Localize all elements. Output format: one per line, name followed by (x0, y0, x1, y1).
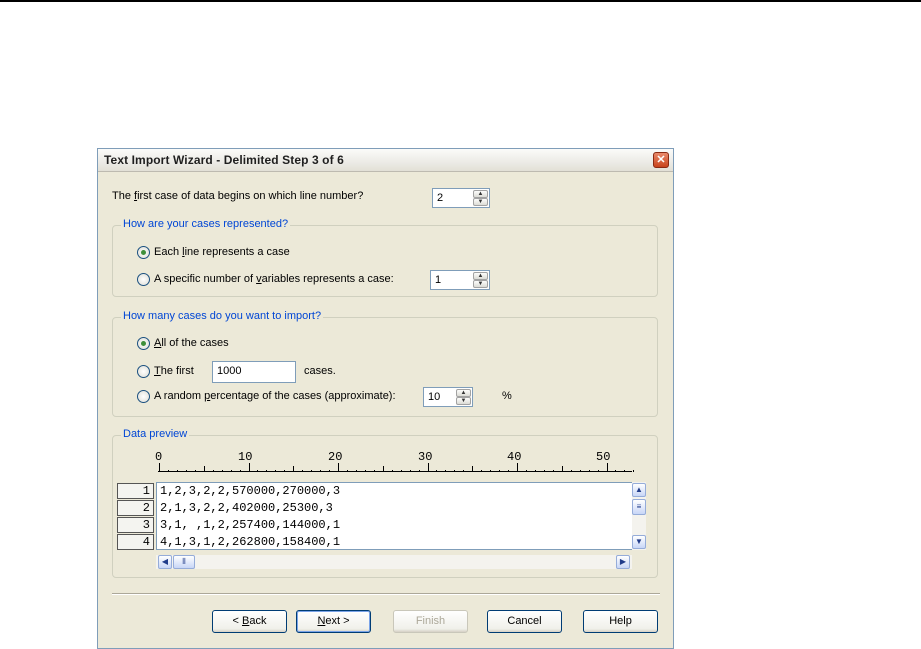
each-line-label[interactable]: Each line represents a case (154, 246, 290, 258)
line-number: 4 (117, 534, 154, 550)
preview-row: 1,2,3,2,2,570000,270000,3 (160, 484, 341, 498)
percent-suffix: % (502, 390, 512, 402)
line-number: 2 (117, 500, 154, 516)
first-line-label: The first case of data begins on which l… (112, 190, 364, 202)
random-percentage-label[interactable]: A random percentage of the cases (approx… (154, 390, 396, 402)
all-cases-label[interactable]: All of the cases (154, 337, 229, 349)
cases-import-legend: How many cases do you want to import? (121, 310, 324, 322)
preview-vertical-scrollbar[interactable]: ▲ ≡ ▼ (632, 482, 646, 550)
cases-import-group: How many cases do you want to import? (112, 310, 658, 417)
first-line-value: 2 (437, 192, 444, 204)
line-number: 1 (117, 483, 154, 499)
scroll-down-icon[interactable]: ▼ (632, 535, 646, 549)
spin-up-icon[interactable]: ▲ (473, 272, 488, 280)
ruler-tick (633, 470, 635, 472)
random-percentage-spinner[interactable]: 10 ▲ ▼ (423, 387, 473, 407)
preview-horizontal-scrollbar[interactable]: ◀ ⦀ ▶ (156, 555, 632, 569)
ruler-label: 0 (155, 450, 163, 464)
next-button[interactable]: Next > (296, 610, 371, 633)
dialog-title: Text Import Wizard - Delimited Step 3 of… (104, 153, 344, 167)
cases-suffix: cases. (304, 365, 336, 377)
scroll-thumb[interactable]: ⦀ (173, 555, 195, 569)
ruler-baseline (158, 471, 632, 472)
close-icon[interactable]: ✕ (653, 152, 669, 168)
help-button[interactable]: Help (583, 610, 658, 633)
spin-up-icon[interactable]: ▲ (473, 190, 488, 198)
random-percentage-radio[interactable] (137, 390, 150, 403)
first-n-cases-input[interactable]: 1000 (212, 361, 296, 383)
ruler-label: 30 (418, 450, 433, 464)
ruler-label: 50 (596, 450, 611, 464)
scroll-right-icon[interactable]: ▶ (616, 555, 630, 569)
cases-represented-legend: How are your cases represented? (121, 218, 291, 230)
back-button[interactable]: < Back (212, 610, 287, 633)
preview-row: 4,1,3,1,2,262800,158400,1 (160, 535, 341, 549)
finish-button[interactable]: Finish (393, 610, 468, 633)
preview-row: 3,1, ,1,2,257400,144000,1 (160, 518, 341, 532)
top-rule (0, 0, 921, 2)
spin-down-icon[interactable]: ▼ (456, 397, 471, 405)
first-n-cases-label[interactable]: The first (154, 365, 194, 377)
spin-up-icon[interactable]: ▲ (456, 389, 471, 397)
random-percentage-value: 10 (428, 391, 441, 403)
ruler-label: 10 (238, 450, 253, 464)
spin-down-icon[interactable]: ▼ (473, 280, 488, 288)
all-cases-radio[interactable] (137, 337, 150, 350)
preview-row: 2,1,3,2,2,402000,25300,3 (160, 501, 333, 515)
each-line-radio[interactable] (137, 246, 150, 259)
spin-down-icon[interactable]: ▼ (473, 198, 488, 206)
ruler-label: 20 (328, 450, 343, 464)
first-n-cases-value: 1000 (217, 365, 242, 377)
ruler-label: 40 (507, 450, 522, 464)
line-number: 3 (117, 517, 154, 533)
scroll-up-icon[interactable]: ▲ (632, 483, 646, 497)
data-preview-legend: Data preview (121, 428, 190, 440)
first-n-cases-radio[interactable] (137, 365, 150, 378)
cancel-button[interactable]: Cancel (487, 610, 562, 633)
cases-represented-group: How are your cases represented? (112, 218, 658, 297)
variables-count-value: 1 (435, 274, 442, 286)
specific-variables-label[interactable]: A specific number of variables represent… (154, 273, 394, 285)
specific-variables-radio[interactable] (137, 273, 150, 286)
title-bar[interactable]: Text Import Wizard - Delimited Step 3 of… (98, 149, 673, 172)
button-separator (112, 593, 660, 595)
first-line-spinner[interactable]: 2 ▲ ▼ (432, 188, 490, 208)
variables-count-spinner[interactable]: 1 ▲ ▼ (430, 270, 490, 290)
scroll-thumb[interactable]: ≡ (632, 499, 646, 515)
scroll-left-icon[interactable]: ◀ (158, 555, 172, 569)
